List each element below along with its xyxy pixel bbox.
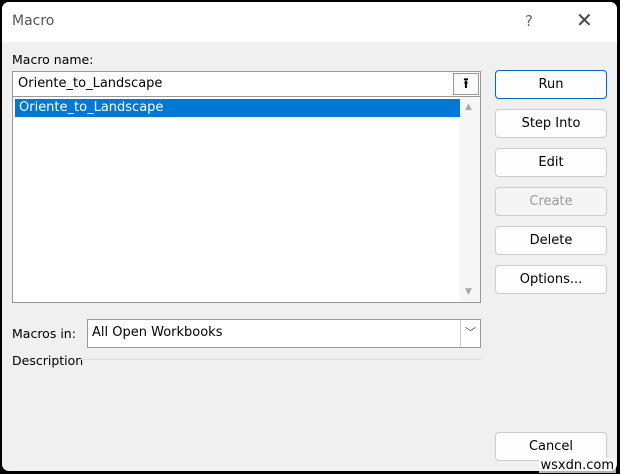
edit-button[interactable]: Edit	[495, 148, 607, 177]
macros-in-value: All Open Workbooks	[92, 325, 223, 340]
macro-dialog: Macro ? ✕ Macro name: Oriente_to_Landsca…	[2, 2, 617, 471]
macros-in-select[interactable]: All Open Workbooks ﹀	[87, 319, 481, 348]
chevron-down-icon[interactable]: ﹀	[460, 320, 480, 347]
help-button[interactable]: ?	[525, 12, 533, 30]
dialog-title: Macro	[12, 13, 55, 29]
scroll-up-icon[interactable]: ▲	[465, 102, 472, 112]
macro-list[interactable]: Oriente_to_Landscape ▲ ▼	[12, 96, 481, 303]
macro-name-label: Macro name:	[12, 52, 94, 67]
scrollbar[interactable]: ▲ ▼	[460, 97, 480, 302]
create-button[interactable]: Create	[495, 187, 607, 216]
description-label: Description	[12, 353, 84, 368]
macro-name-input[interactable]: Oriente_to_Landscape	[12, 71, 481, 97]
run-button[interactable]: Run	[495, 70, 607, 99]
description-divider	[80, 359, 481, 360]
upload-arrow-icon[interactable]: ⭱	[453, 73, 479, 95]
delete-button[interactable]: Delete	[495, 226, 607, 255]
cancel-button[interactable]: Cancel	[495, 432, 607, 461]
list-item[interactable]: Oriente_to_Landscape	[15, 99, 460, 117]
step-into-button[interactable]: Step Into	[495, 109, 607, 138]
macros-in-label: Macros in:	[12, 326, 76, 341]
watermark: wsxdn.com	[538, 458, 616, 473]
scroll-down-icon[interactable]: ▼	[465, 287, 472, 297]
options-button[interactable]: Options...	[495, 265, 607, 294]
close-button[interactable]: ✕	[576, 8, 593, 32]
